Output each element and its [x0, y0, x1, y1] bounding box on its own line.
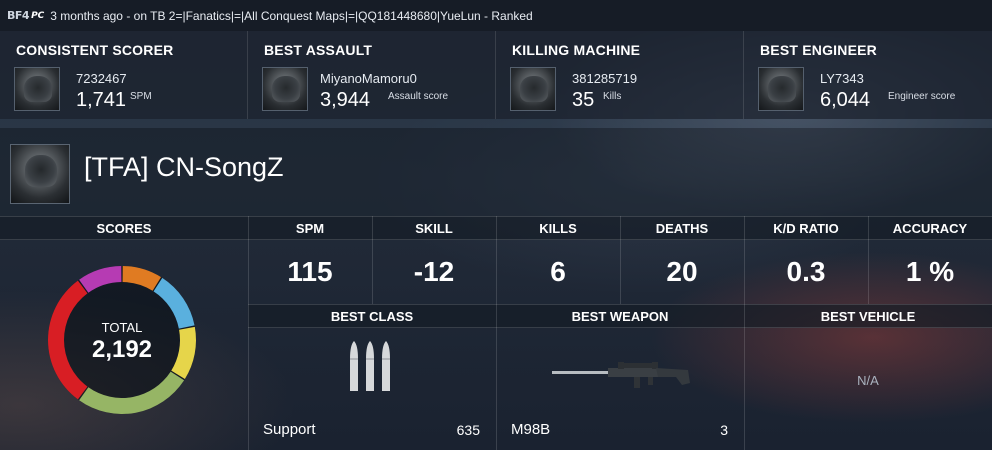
best-vehicle-panel: N/A [744, 329, 992, 450]
stat-value-deaths: 20 [666, 256, 698, 287]
award-consistent-scorer[interactable]: CONSISTENT SCORER 7232467 1,741 SPM [0, 31, 248, 119]
player-name[interactable]: [TFA] CN-SongZ [84, 152, 284, 183]
award-best-engineer[interactable]: BEST ENGINEER LY7343 6,044 Engineer scor… [744, 31, 992, 119]
award-unit: SPM [130, 91, 152, 102]
stats-grid: SCORES SPM SKILL KILLS DEATHS K/D RATIO … [0, 216, 992, 450]
avatar[interactable] [262, 67, 308, 111]
stat-header-accuracy: ACCURACY [868, 216, 992, 240]
award-best-assault[interactable]: BEST ASSAULT MiyanoMamoru0 3,944 Assault… [248, 31, 496, 119]
award-title: CONSISTENT SCORER [16, 42, 174, 58]
award-player-name[interactable]: 7232467 [76, 71, 127, 86]
award-value: 1,741 [76, 89, 127, 111]
best-class-panel[interactable]: Support 635 [248, 329, 496, 450]
best-weapon-name: M98B [511, 421, 551, 438]
server-info-text[interactable]: 3 months ago - on TB 2=|Fanatics|=|All C… [50, 9, 532, 23]
stat-header-kd-ratio: K/D RATIO [744, 216, 868, 240]
avatar[interactable] [758, 67, 804, 111]
player-header: [TFA] CN-SongZ [0, 128, 992, 216]
sniper-rifle-icon [552, 362, 690, 388]
grid-divider [372, 216, 373, 304]
award-value: 3,944 [320, 89, 371, 111]
stat-header-kills: KILLS [496, 216, 620, 240]
avatar[interactable] [10, 144, 70, 204]
stat-value-kd-ratio: 0.3 [786, 256, 826, 287]
best-weapon-header: BEST WEAPON [496, 304, 744, 328]
stat-value-skill: -12 [413, 256, 455, 287]
best-weapon-score: 3 [720, 422, 728, 438]
avatar[interactable] [510, 67, 556, 111]
stat-value-spm: 115 [287, 256, 333, 287]
awards-row: CONSISTENT SCORER 7232467 1,741 SPM BEST… [0, 31, 992, 119]
bf4-logo-icon: BF4 [7, 9, 30, 22]
scores-header: SCORES [0, 216, 248, 240]
stat-header-skill: SKILL [372, 216, 496, 240]
best-vehicle-value: N/A [857, 373, 879, 388]
award-title: BEST ENGINEER [760, 42, 877, 58]
ammo-icon [350, 341, 390, 391]
best-class-score: 635 [456, 422, 480, 438]
scores-total-label: TOTAL [101, 320, 143, 335]
award-title: KILLING MACHINE [512, 42, 641, 58]
server-info-bar: BF4 PC 3 months ago - on TB 2=|Fanatics|… [0, 0, 992, 31]
best-class-name: Support [263, 421, 316, 438]
award-unit: Kills [603, 91, 622, 102]
stat-value-accuracy: 1 % [905, 256, 955, 287]
award-unit: Engineer score [888, 91, 956, 102]
grid-divider [868, 216, 869, 304]
grid-divider [620, 216, 621, 304]
award-player-name[interactable]: MiyanoMamoru0 [320, 71, 417, 86]
best-vehicle-header: BEST VEHICLE [744, 304, 992, 328]
stat-header-spm: SPM [248, 216, 372, 240]
best-weapon-panel[interactable]: M98B 3 [496, 329, 744, 450]
stat-header-deaths: DEATHS [620, 216, 744, 240]
award-player-name[interactable]: 381285719 [572, 71, 637, 86]
stat-value-kills: 6 [550, 256, 566, 287]
award-killing-machine[interactable]: KILLING MACHINE 381285719 35 Kills [496, 31, 744, 119]
award-unit: Assault score [388, 91, 449, 102]
section-divider [0, 119, 992, 128]
award-title: BEST ASSAULT [264, 42, 373, 58]
award-value: 6,044 [820, 89, 871, 111]
pc-platform-icon: PC [31, 10, 45, 21]
award-value: 35 [572, 89, 595, 111]
best-class-header: BEST CLASS [248, 304, 496, 328]
avatar[interactable] [14, 67, 60, 111]
award-player-name[interactable]: LY7343 [820, 71, 864, 86]
scores-total-value: 2,192 [91, 336, 153, 363]
